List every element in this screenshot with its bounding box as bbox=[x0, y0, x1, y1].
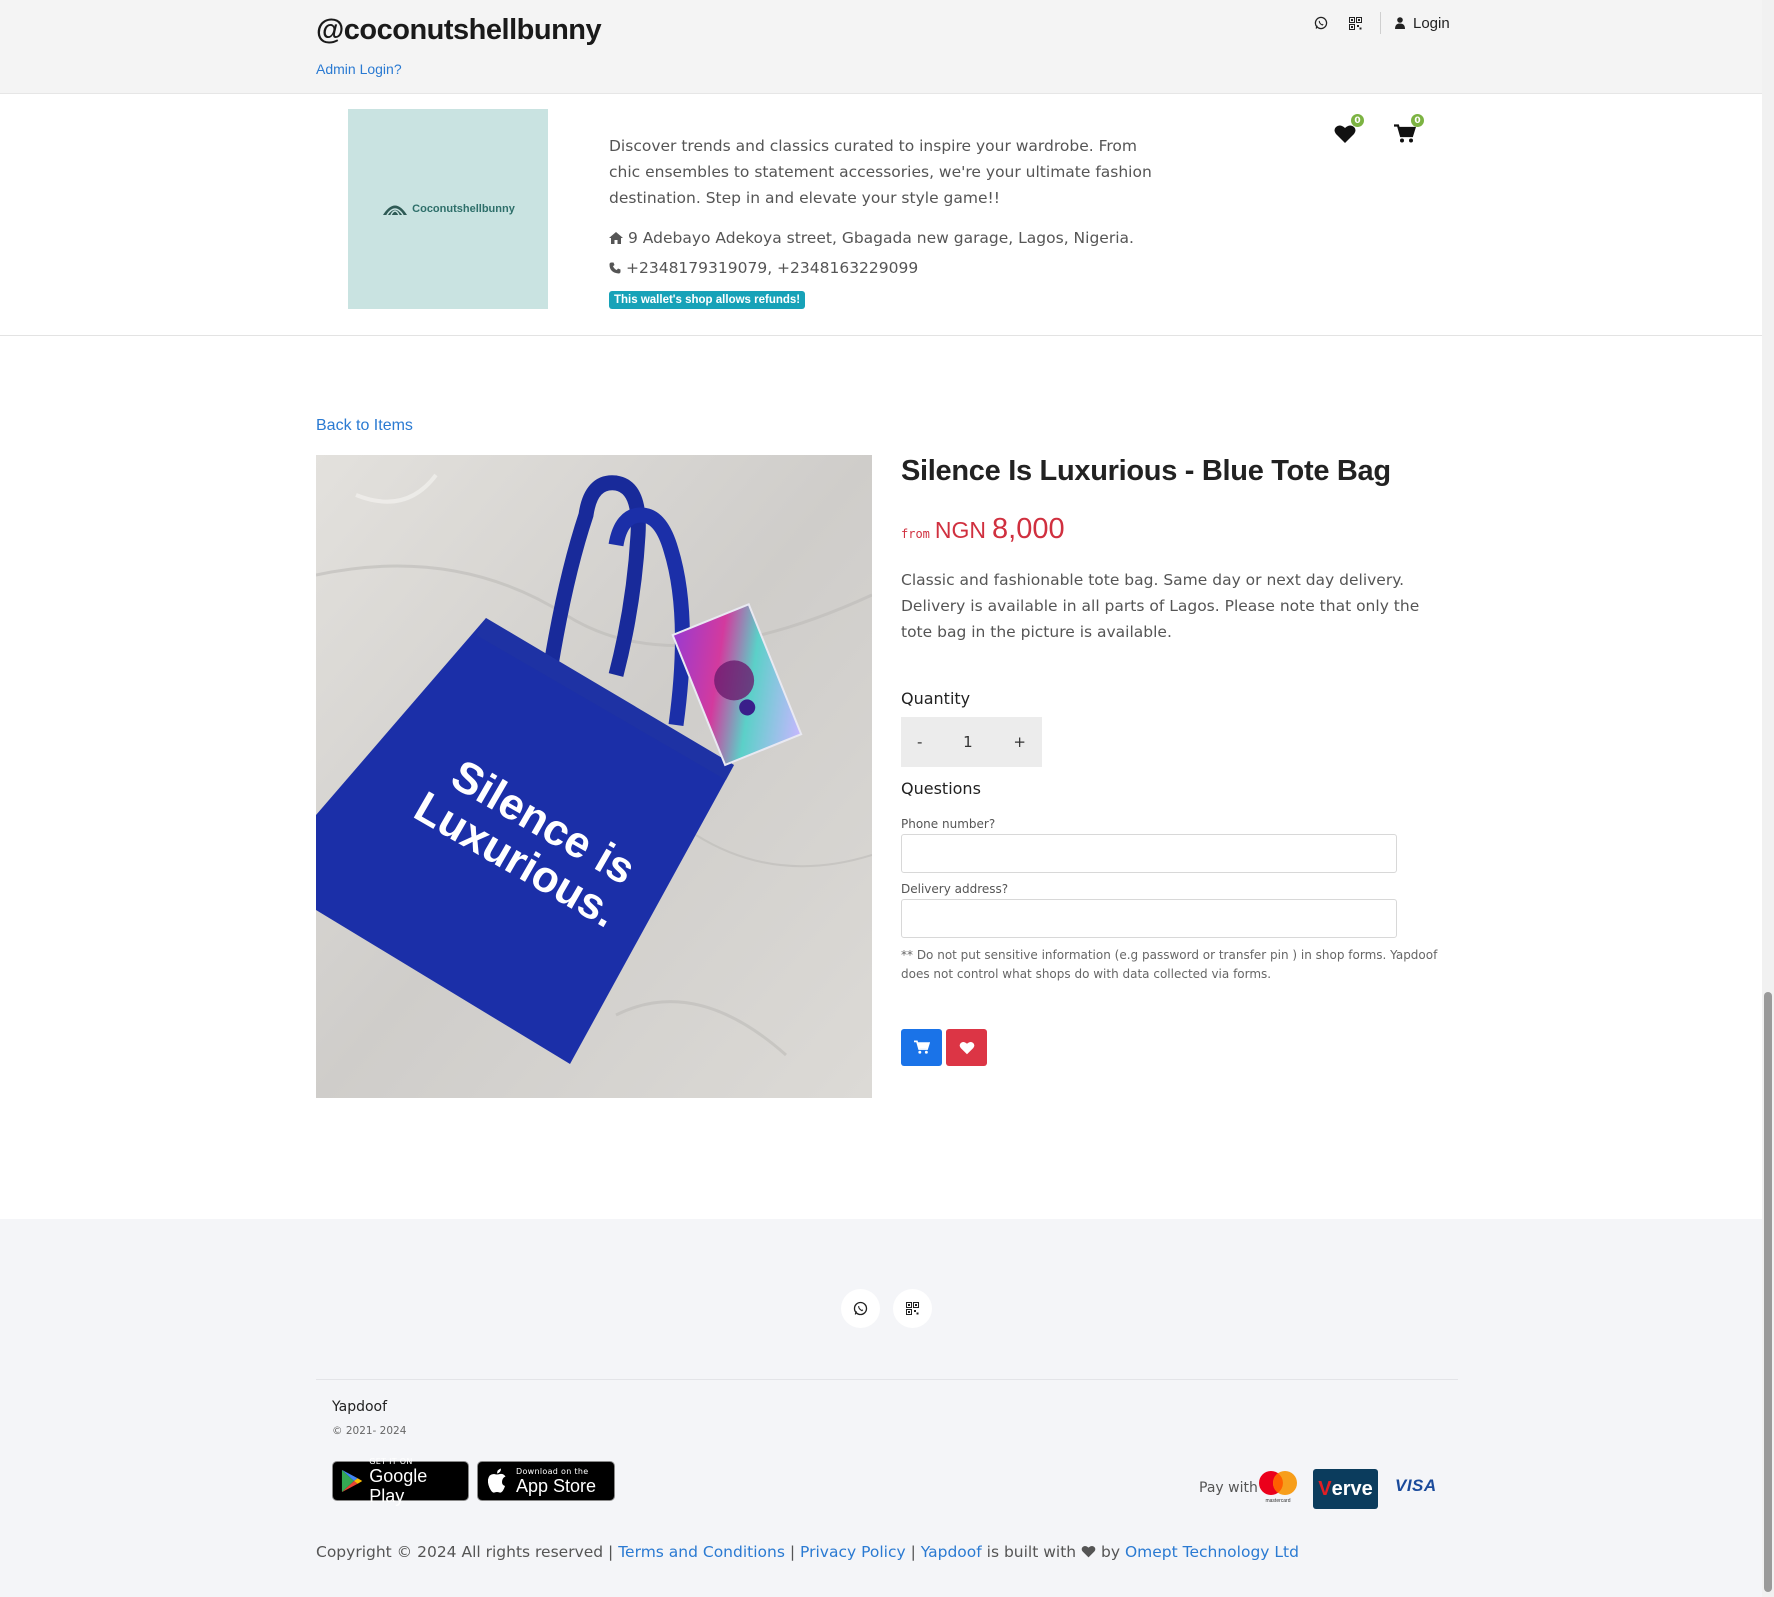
phone-text: +2348179319079, +2348163229099 bbox=[626, 259, 919, 277]
yapdoof-link[interactable]: Yapdoof bbox=[921, 1543, 982, 1561]
admin-login-link[interactable]: Admin Login? bbox=[316, 61, 402, 77]
quantity-value[interactable]: 1 bbox=[963, 733, 973, 751]
verve-rest: erve bbox=[1331, 1477, 1373, 1500]
footer-qrcode-button[interactable] bbox=[893, 1289, 932, 1328]
quantity-stepper: - 1 + bbox=[901, 717, 1042, 767]
add-to-cart-button[interactable] bbox=[901, 1029, 942, 1066]
shop-info: Coconutshellbunny Discover trends and cl… bbox=[0, 94, 1774, 336]
product-price: from NGN 8,000 bbox=[901, 513, 1065, 546]
price-currency: NGN bbox=[934, 517, 987, 543]
wishlist-button[interactable]: 0 bbox=[1330, 114, 1364, 148]
qrcode-icon bbox=[906, 1302, 919, 1315]
shop-description: Discover trends and classics curated to … bbox=[609, 137, 1152, 207]
shop-logo: Coconutshellbunny bbox=[348, 109, 548, 309]
phone-number-input[interactable] bbox=[901, 834, 1397, 873]
visa-logo: VISA bbox=[1395, 1476, 1437, 1495]
app-store-big: App Store bbox=[516, 1475, 597, 1496]
heart-icon bbox=[1334, 125, 1356, 143]
privacy-link[interactable]: Privacy Policy bbox=[800, 1543, 906, 1561]
mastercard-wordmark: mastercard bbox=[1265, 1498, 1290, 1504]
google-play-icon bbox=[341, 1469, 363, 1493]
header-divider bbox=[1380, 12, 1381, 34]
quantity-decrement-button[interactable]: - bbox=[917, 733, 922, 751]
wishlist-count: 0 bbox=[1351, 114, 1364, 127]
product-title: Silence Is Luxurious - Blue Tote Bag bbox=[901, 455, 1391, 487]
google-play-big: Google Play bbox=[369, 1465, 428, 1506]
built-with-text: is built with bbox=[986, 1543, 1077, 1561]
google-play-small: GET IT ON bbox=[369, 1456, 413, 1466]
terms-link[interactable]: Terms and Conditions bbox=[618, 1543, 785, 1561]
address-text: 9 Adebayo Adekoya street, Gbagada new ga… bbox=[628, 229, 1134, 247]
app-store-badge[interactable]: Download on the App Store bbox=[477, 1461, 615, 1501]
refund-badge: This wallet's shop allows refunds! bbox=[609, 291, 806, 309]
user-icon bbox=[1395, 17, 1405, 29]
logo-text: Coconutshellbunny bbox=[412, 203, 515, 215]
login-button[interactable]: Login bbox=[1395, 15, 1450, 32]
back-to-items-link[interactable]: Back to Items bbox=[316, 417, 413, 435]
pay-with-label: Pay with bbox=[1199, 1480, 1258, 1496]
delivery-address-input[interactable] bbox=[901, 899, 1397, 938]
verve-logo: Verve bbox=[1313, 1469, 1378, 1509]
product-description: Classic and fashionable tote bag. Same d… bbox=[901, 571, 1420, 641]
footer-whatsapp-button[interactable] bbox=[841, 1289, 880, 1328]
company-link[interactable]: Omept Technology Ltd bbox=[1125, 1543, 1299, 1561]
quantity-label: Quantity bbox=[901, 689, 971, 708]
separator: | bbox=[789, 1543, 796, 1561]
phone-field-label: Phone number? bbox=[901, 817, 996, 831]
verve-v: V bbox=[1318, 1477, 1332, 1500]
by-text: by bbox=[1101, 1543, 1121, 1561]
address-field-label: Delivery address? bbox=[901, 882, 1009, 896]
footer bbox=[0, 1219, 1774, 1597]
copyright-line: Copyright © 2024 All rights reserved | T… bbox=[316, 1543, 1299, 1561]
shop-address: 9 Adebayo Adekoya street, Gbagada new ga… bbox=[609, 229, 1134, 247]
cart-button[interactable]: 0 bbox=[1390, 114, 1424, 148]
add-to-wishlist-button[interactable] bbox=[946, 1029, 987, 1066]
shop-handle: @coconutshellbunny bbox=[316, 14, 602, 46]
footer-brand: Yapdoof bbox=[332, 1399, 388, 1415]
cart-count: 0 bbox=[1411, 114, 1424, 127]
mastercard-logo: mastercard bbox=[1256, 1468, 1300, 1504]
price-amount: 8,000 bbox=[992, 513, 1065, 545]
qrcode-icon[interactable] bbox=[1344, 12, 1366, 34]
questions-label: Questions bbox=[901, 779, 981, 798]
heart-icon bbox=[1081, 1545, 1096, 1558]
google-play-badge[interactable]: GET IT ON Google Play bbox=[332, 1457, 469, 1506]
cart-icon bbox=[913, 1040, 930, 1054]
price-prefix: from bbox=[901, 527, 930, 541]
scrollbar-thumb[interactable] bbox=[1764, 992, 1772, 1592]
footer-divider bbox=[316, 1379, 1458, 1380]
cart-icon bbox=[1394, 124, 1416, 143]
header-actions: Login bbox=[1310, 12, 1450, 34]
whatsapp-icon[interactable] bbox=[1310, 12, 1332, 34]
home-icon bbox=[609, 232, 623, 244]
apple-icon bbox=[487, 1468, 506, 1493]
login-label: Login bbox=[1413, 14, 1450, 32]
footer-year: © 2021- 2024 bbox=[332, 1425, 407, 1437]
separator: | bbox=[910, 1543, 916, 1561]
app-store-small: Download on the bbox=[516, 1466, 589, 1476]
shell-icon bbox=[383, 205, 408, 216]
quantity-increment-button[interactable]: + bbox=[1013, 733, 1026, 751]
top-header: @coconutshellbunny Admin Login? Login bbox=[0, 0, 1774, 94]
heart-icon bbox=[959, 1041, 974, 1054]
scrollbar-track[interactable] bbox=[1762, 0, 1774, 1597]
copyright-text: Copyright © 2024 All rights reserved | bbox=[316, 1543, 614, 1561]
phone-icon bbox=[609, 262, 621, 274]
shop-phones: +2348179319079, +2348163229099 bbox=[609, 259, 918, 277]
form-disclaimer: ** Do not put sensitive information (e.g… bbox=[901, 948, 1438, 981]
whatsapp-icon bbox=[853, 1301, 868, 1316]
product-image: Silence is Luxurious. bbox=[316, 455, 872, 1098]
